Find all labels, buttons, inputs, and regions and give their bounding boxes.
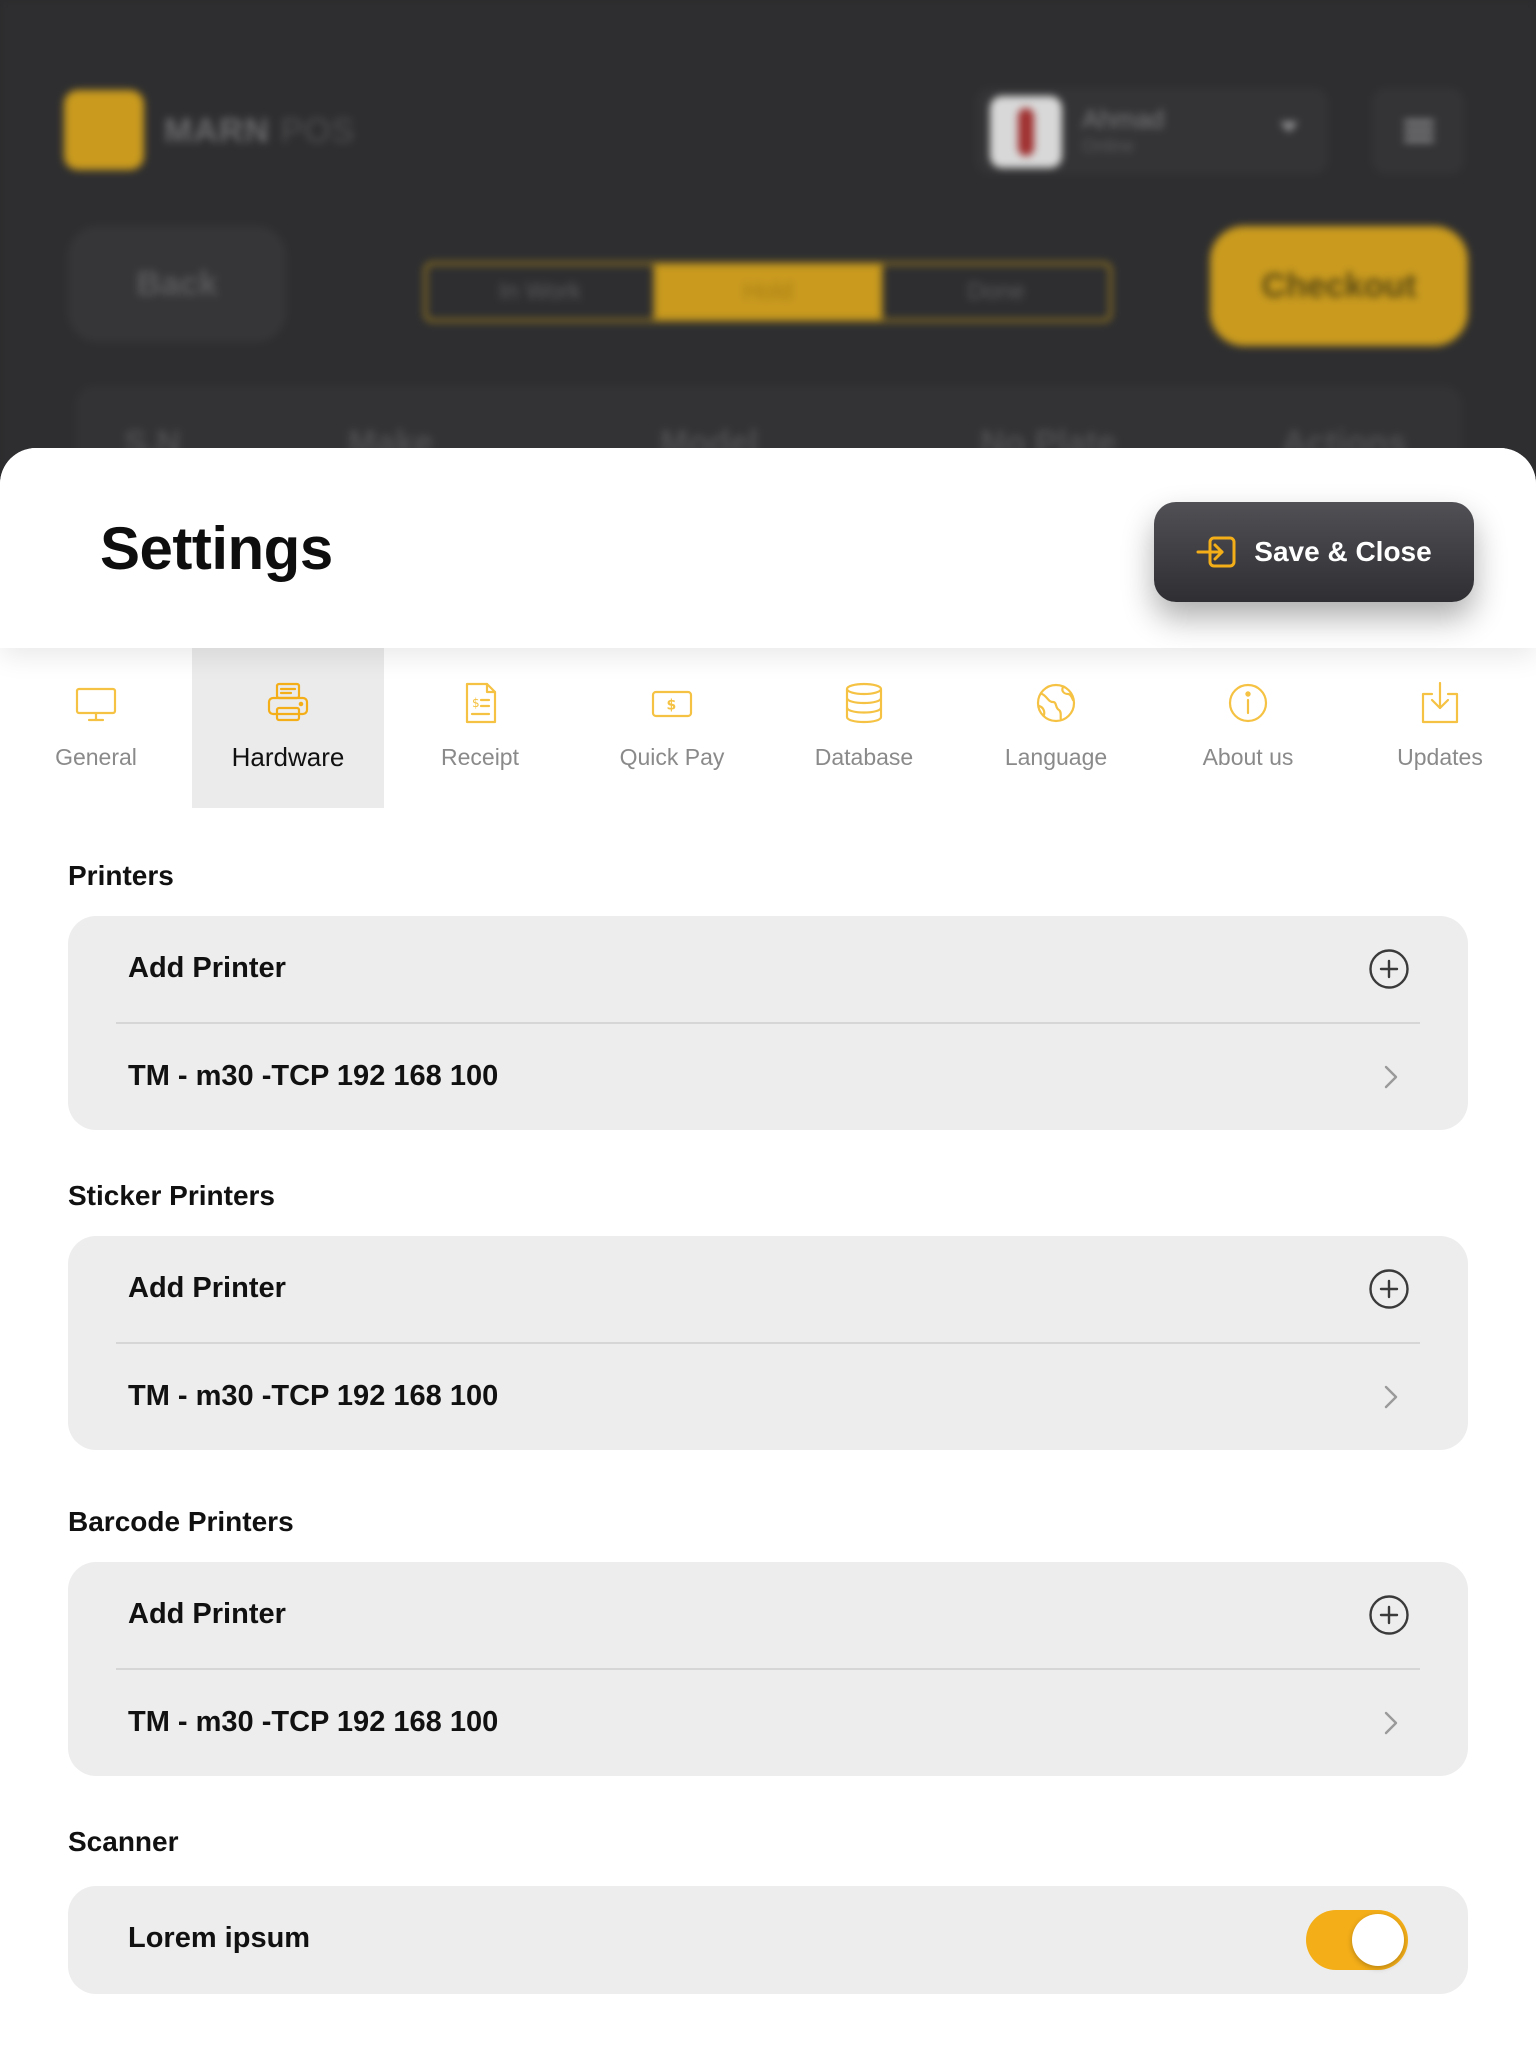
chevron-right-icon	[1384, 1385, 1398, 1409]
tab-label: Receipt	[441, 744, 519, 770]
segment-done: Done	[967, 278, 1025, 305]
status-segmented-control: In Work Hold Done	[424, 262, 1112, 322]
plus-circle-icon[interactable]	[1368, 1268, 1410, 1310]
printer-name: TM - m30 -TCP 192 168 100	[128, 1380, 499, 1412]
tab-general[interactable]: General	[0, 648, 192, 808]
user-name: Ahmad	[1082, 104, 1165, 134]
add-barcode-printer-row[interactable]: Add Printer	[68, 1562, 1468, 1668]
tab-receipt[interactable]: $ Receipt	[384, 648, 576, 808]
tab-label: Language	[1004, 744, 1108, 770]
page-title: Settings	[100, 515, 333, 582]
save-close-button[interactable]: Save & Close	[1154, 502, 1474, 602]
info-icon	[1228, 683, 1268, 723]
plus-circle-icon[interactable]	[1368, 1594, 1410, 1636]
user-menu: Ahmad Online	[976, 88, 1328, 174]
settings-tabs: General Hardware $ Receipt $ Quick Pay D…	[0, 648, 1536, 808]
svg-text:$: $	[472, 696, 480, 710]
printer-name: TM - m30 -TCP 192 168 100	[128, 1706, 499, 1738]
app-brand: MARN POS	[164, 112, 356, 150]
section-title-scanner: Scanner	[68, 1826, 179, 1857]
hamburger-menu-icon	[1372, 88, 1464, 174]
receipt-icon: $	[465, 682, 497, 724]
add-printer-row[interactable]: Add Printer	[68, 916, 1468, 1022]
tab-hardware[interactable]: Hardware	[192, 648, 384, 808]
tab-quick-pay[interactable]: $ Quick Pay	[576, 648, 768, 808]
settings-sheet: Settings Save & Close General Hardware $…	[0, 448, 1536, 2048]
scanner-option-label: Lorem ipsum	[128, 1922, 311, 1954]
tab-label: General	[55, 744, 137, 770]
app-logo	[64, 90, 144, 170]
chevron-right-icon	[1384, 1711, 1398, 1735]
tab-language[interactable]: Language	[960, 648, 1152, 808]
tab-label: Updates	[1397, 744, 1483, 770]
add-sticker-printer-row[interactable]: Add Printer	[68, 1236, 1468, 1342]
segment-hold: Hold	[655, 265, 883, 319]
tab-label: Database	[814, 744, 914, 770]
chevron-right-icon	[1384, 1065, 1398, 1089]
tab-about-us[interactable]: About us	[1152, 648, 1344, 808]
monitor-icon	[75, 687, 117, 722]
sticker-printers-card: Add Printer TM - m30 -TCP 192 168 100	[68, 1236, 1468, 1450]
tab-label: Hardware	[231, 742, 345, 772]
back-button: Back	[68, 226, 286, 342]
save-close-label: Save & Close	[1254, 536, 1432, 567]
checkout-button: Checkout	[1210, 226, 1468, 346]
login-icon	[1196, 536, 1236, 568]
printer-icon	[267, 682, 309, 722]
svg-text:$: $	[667, 698, 677, 714]
tab-label: Quick Pay	[619, 744, 725, 770]
toggle-knob	[1352, 1914, 1404, 1966]
plus-circle-icon[interactable]	[1368, 948, 1410, 990]
caret-down-icon	[1280, 122, 1298, 132]
section-title-sticker-printers: Sticker Printers	[68, 1180, 275, 1211]
add-printer-label: Add Printer	[128, 1272, 286, 1304]
cash-icon: $	[651, 690, 693, 718]
add-printer-label: Add Printer	[128, 1598, 286, 1630]
printer-name: TM - m30 -TCP 192 168 100	[128, 1060, 499, 1092]
scanner-card: Lorem ipsum	[68, 1886, 1468, 1994]
add-printer-label: Add Printer	[128, 952, 286, 984]
barcode-printers-card: Add Printer TM - m30 -TCP 192 168 100	[68, 1562, 1468, 1776]
settings-header: Settings Save & Close	[0, 448, 1536, 648]
scanner-toggle[interactable]	[1306, 1910, 1408, 1970]
globe-icon	[1036, 683, 1076, 723]
sticker-printer-item[interactable]: TM - m30 -TCP 192 168 100	[68, 1344, 1468, 1450]
tab-database[interactable]: Database	[768, 648, 960, 808]
tab-label: About us	[1202, 744, 1294, 770]
printers-card: Add Printer TM - m30 -TCP 192 168 100	[68, 916, 1468, 1130]
background-app: MARN POS Ahmad Online Back In Work Hold …	[0, 0, 1536, 526]
user-status: Online	[1082, 136, 1135, 156]
scanner-option-row: Lorem ipsum	[68, 1886, 1468, 1992]
barcode-printer-item[interactable]: TM - m30 -TCP 192 168 100	[68, 1670, 1468, 1776]
section-title-barcode-printers: Barcode Printers	[68, 1506, 294, 1537]
download-icon	[1421, 681, 1459, 724]
database-icon	[845, 682, 883, 724]
section-title-printers: Printers	[68, 860, 174, 891]
printer-item[interactable]: TM - m30 -TCP 192 168 100	[68, 1024, 1468, 1130]
tab-updates[interactable]: Updates	[1344, 648, 1536, 808]
avatar	[990, 96, 1062, 168]
segment-in-work: In Work	[427, 265, 655, 319]
